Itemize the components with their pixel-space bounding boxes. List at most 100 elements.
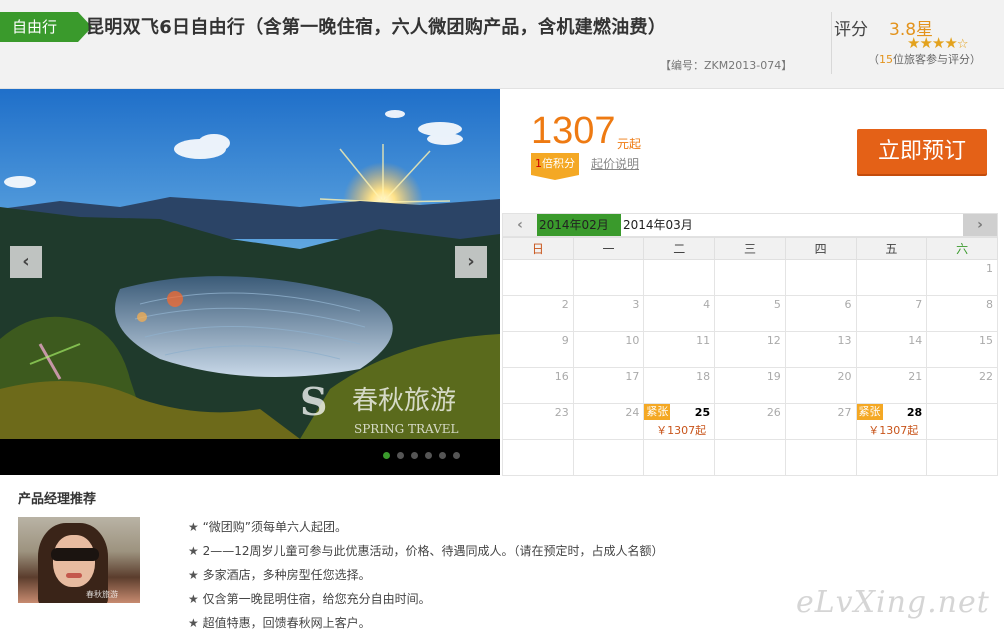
calendar-day: 24 (572, 403, 645, 440)
chevron-right-icon: › (467, 251, 475, 272)
calendar-day: 10 (572, 331, 645, 368)
day-number: 20 (837, 370, 852, 383)
calendar-day (784, 439, 857, 476)
month-tab-selected[interactable]: 2014年02月 (537, 214, 621, 236)
calendar-day: 14 (855, 331, 928, 368)
calendar-day: 22 (926, 367, 998, 404)
calendar-day (502, 439, 574, 476)
calendar-day: 23 (502, 403, 574, 440)
svg-text:春秋旅游: 春秋旅游 (352, 386, 456, 416)
calendar-day-available[interactable]: 25 紧张 ￥1307起 (643, 403, 716, 440)
calendar-day (926, 403, 998, 440)
price-value: 1307 (531, 110, 616, 152)
calendar-day (784, 259, 857, 296)
weekday-header: 五 (855, 237, 928, 260)
day-number: 27 (837, 406, 852, 419)
calendar-day: 26 (714, 403, 786, 440)
carousel-dot[interactable] (397, 452, 404, 459)
divider (831, 12, 832, 74)
calendar-month-nav: ‹ 2014年02月 2014年03月 › (502, 213, 998, 237)
carousel-dot[interactable] (453, 452, 460, 459)
list-item: 仅含第一晚昆明住宿，给您充分自由时间。 (188, 587, 664, 611)
product-header: 自由行 昆明双飞6日自由行（含第一晚住宿，六人微团购产品，含机建燃油费） 【编号… (0, 0, 1004, 89)
product-code: 【编号：ZKM2013-074】 (660, 59, 793, 72)
calendar-day (926, 439, 998, 476)
calendar-day: 19 (714, 367, 786, 404)
calendar-week-row: 23 24 25 紧张 ￥1307起 26 27 28 紧张 ￥1307起 (502, 403, 998, 440)
day-number: 9 (561, 334, 569, 347)
calendar-grid: 日一二三四五六 1 2 3 4 5 6 7 8 9 10 11 12 13 14 15 16 17 18 19 20 2… (502, 237, 998, 476)
carousel-prev-button[interactable]: ‹ (10, 246, 42, 278)
day-price: ￥1307起 (868, 424, 919, 437)
day-number: 16 (554, 370, 569, 383)
day-number: 26 (766, 406, 781, 419)
chevron-right-icon: › (977, 217, 983, 233)
calendar-prev-button[interactable]: ‹ (503, 214, 537, 236)
departure-calendar: ‹ 2014年02月 2014年03月 › 日一二三四五六 1234567891… (502, 213, 998, 476)
list-item: 超值特惠，回馈春秋网上客户。 (188, 611, 664, 635)
price-explanation-link[interactable]: 起价说明 (591, 155, 639, 172)
list-item: 2——12周岁儿童可参与此优惠活动，价格、待遇同成人。（请在预定时，占成人名额） (188, 539, 664, 563)
star-icon: ★ (931, 34, 945, 52)
day-number: 1 (986, 262, 993, 275)
avatar-watermark: 春秋旅游 (86, 590, 118, 599)
calendar-week-row: 2 3 4 5 6 7 8 (502, 295, 998, 332)
day-number: 22 (979, 370, 993, 383)
day-number: 18 (696, 370, 711, 383)
star-icon: ★ (919, 34, 932, 52)
weekday-header: 六 (926, 237, 998, 260)
calendar-day (502, 259, 574, 296)
section-title: 产品经理推荐 (18, 492, 97, 507)
day-number: 11 (696, 334, 711, 347)
month-tab[interactable]: 2014年03月 (623, 214, 693, 236)
carousel-dot[interactable] (425, 452, 432, 459)
carousel-indicators (0, 439, 500, 475)
book-now-button[interactable]: 立即预订 (857, 129, 987, 174)
list-item: 多家酒店，多种房型任您选择。 (188, 563, 664, 587)
carousel-dot[interactable] (383, 452, 390, 459)
carousel-dot[interactable] (439, 452, 446, 459)
manager-recommendation: 产品经理推荐 春秋旅游 “微团购”须每单六人起团。 2——12周岁儿童可参与此优… (0, 475, 1004, 642)
day-number: 5 (773, 298, 781, 311)
carousel-next-button[interactable]: › (455, 246, 487, 278)
availability-tag: 紧张 (856, 404, 883, 420)
day-number: 24 (625, 406, 640, 419)
price-unit: 元起 (617, 137, 642, 151)
product-title: 昆明双飞6日自由行（含第一晚住宿，六人微团购产品，含机建燃油费） (86, 17, 667, 38)
points-badge: 1倍积分 (531, 153, 579, 180)
calendar-day: 2 (502, 295, 574, 332)
calendar-day (714, 439, 786, 476)
calendar-day (855, 259, 928, 296)
calendar-day: 20 (784, 367, 857, 404)
chevron-left-icon: ‹ (22, 251, 30, 272)
carousel-dot[interactable] (411, 452, 418, 459)
star-empty-icon: ☆ (956, 37, 969, 52)
day-number: 21 (908, 370, 923, 383)
star-icon: ★ (944, 34, 957, 52)
photo-carousel[interactable]: S 春秋旅游 SPRING TRAVEL ‹ › (0, 89, 500, 475)
calendar-day: 4 (643, 295, 716, 332)
review-count[interactable]: （15位旅客参与评分） (868, 51, 981, 67)
weekday-header: 三 (714, 237, 786, 260)
day-price: ￥1307起 (656, 424, 707, 437)
calendar-day: 11 (643, 331, 716, 368)
weekday-header: 二 (643, 237, 716, 260)
day-number: 13 (837, 334, 852, 347)
day-number: 19 (766, 370, 781, 383)
calendar-day: 13 (784, 331, 857, 368)
recommendation-list: “微团购”须每单六人起团。 2——12周岁儿童可参与此优惠活动，价格、待遇同成人… (188, 515, 664, 635)
day-number: 10 (625, 334, 640, 347)
calendar-next-button[interactable]: › (963, 214, 997, 236)
calendar-day-available[interactable]: 28 紧张 ￥1307起 (855, 403, 928, 440)
day-number: 17 (625, 370, 640, 383)
calendar-day: 21 (855, 367, 928, 404)
day-number: 6 (844, 298, 852, 311)
calendar-day: 9 (502, 331, 574, 368)
calendar-day: 8 (926, 295, 998, 332)
calendar-day (714, 259, 786, 296)
day-number: 14 (908, 334, 923, 347)
calendar-week-row (502, 439, 998, 476)
calendar-week-row: 9 10 11 12 13 14 15 (502, 331, 998, 368)
product-type-tag: 自由行 (0, 12, 92, 42)
rating-label: 评分 (834, 20, 868, 40)
